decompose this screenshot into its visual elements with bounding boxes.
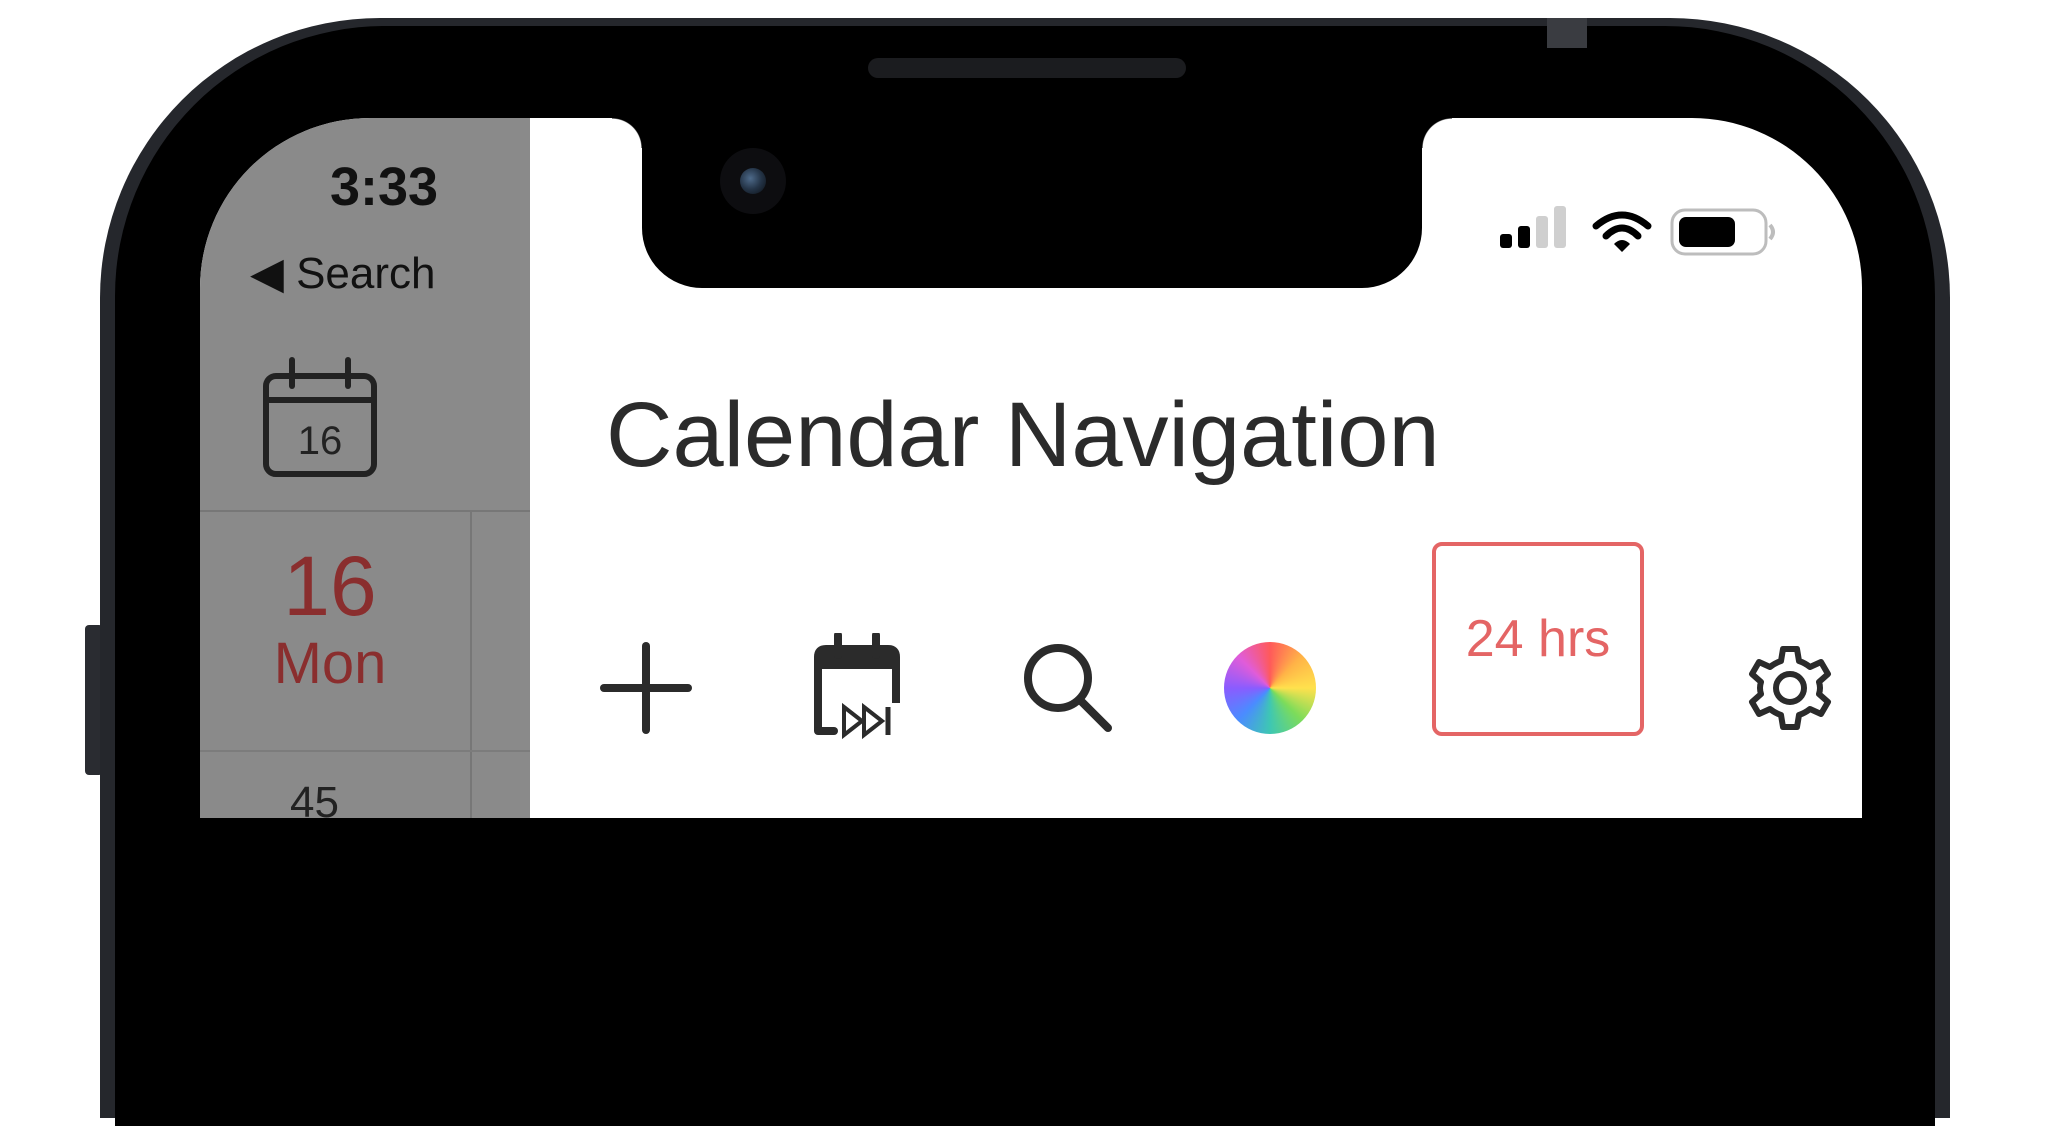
panel-divider: [200, 750, 530, 752]
signal-bar: [1536, 216, 1548, 248]
gear-icon: [1749, 646, 1831, 730]
date-weekday: Mon: [273, 631, 387, 696]
color-wheel-icon: [1224, 642, 1316, 734]
frame-antenna-line: [1547, 18, 1587, 48]
settings-button[interactable]: [1730, 628, 1850, 748]
battery-icon: [1670, 208, 1775, 256]
signal-bar: [1518, 226, 1530, 248]
notch-corner: [612, 118, 642, 148]
calendar-today-icon[interactable]: 16: [260, 356, 380, 480]
search-button[interactable]: [1008, 628, 1128, 748]
earpiece-speaker: [868, 58, 1186, 78]
signal-bar: [1554, 206, 1566, 248]
add-button[interactable]: [586, 628, 706, 748]
24-hour-toggle-button[interactable]: 24 hrs: [1432, 542, 1644, 736]
calendar-icon-day: 16: [298, 419, 343, 463]
phone-screen: 3:33 ◀ Search 16 16 Mon 45 Calendar Navi…: [200, 118, 1862, 818]
page-title: Calendar Navigation: [606, 384, 1440, 486]
date-number: 16: [283, 539, 377, 633]
calendar-fast-forward-icon: [814, 633, 900, 740]
notch-corner: [1422, 118, 1452, 148]
status-time: 3:33: [330, 157, 439, 217]
front-camera: [720, 148, 786, 214]
dimmed-calendar-panel[interactable]: 3:33 ◀ Search 16 16 Mon 45: [200, 118, 530, 818]
back-to-search-link[interactable]: ◀ Search: [250, 248, 435, 299]
status-icons: [1500, 198, 1820, 258]
wifi-icon: [1592, 211, 1652, 252]
signal-bar: [1500, 234, 1512, 248]
jump-to-date-button[interactable]: [796, 628, 916, 748]
plus-icon: [600, 642, 692, 734]
panel-column-divider: [470, 510, 472, 818]
search-icon: [1024, 644, 1112, 732]
color-theme-button[interactable]: [1210, 628, 1330, 748]
time-slot-label: 45: [290, 778, 339, 818]
panel-divider: [200, 510, 530, 512]
